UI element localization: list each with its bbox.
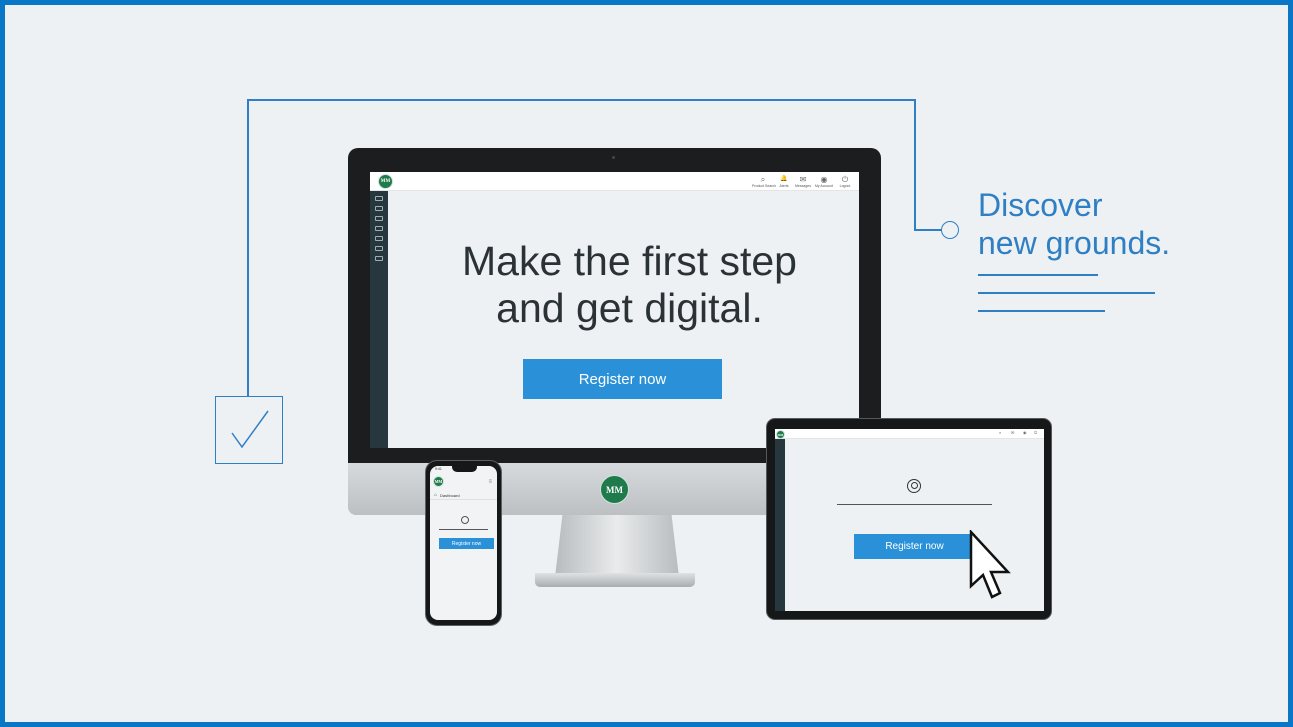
- nav-messages[interactable]: ✉ Messages: [792, 175, 814, 189]
- account-icon: ◉: [820, 175, 828, 184]
- percent-icon[interactable]: [375, 226, 383, 231]
- mm-logo[interactable]: MM: [378, 174, 393, 189]
- home-icon[interactable]: [375, 206, 383, 211]
- truck-icon[interactable]: [375, 236, 383, 241]
- checkmark-icon: [231, 410, 269, 449]
- hamburger-menu-icon[interactable]: ≡: [488, 479, 492, 485]
- desktop-topbar: MM ⌕ Product Search 🔔 Alerts ✉ Messages …: [370, 172, 859, 191]
- connector-ring: [941, 221, 959, 239]
- document-icon[interactable]: [375, 256, 383, 261]
- smartphone: 9:41 MM ≡ ⌂ Dashboard Register now: [425, 460, 502, 626]
- power-icon: ⏻: [841, 175, 849, 184]
- camera: [612, 156, 615, 159]
- tablet-mm-logo[interactable]: MM: [776, 430, 785, 439]
- connector-line-top: [247, 99, 915, 101]
- account-icon[interactable]: ◉: [1023, 430, 1027, 435]
- tagline-rule-2: [978, 292, 1155, 294]
- home-icon: ⌂: [434, 492, 438, 498]
- box-icon[interactable]: [375, 246, 383, 251]
- connector-line-left: [247, 99, 249, 396]
- tagline-line-2: new grounds.: [978, 225, 1171, 261]
- phone-input-underline[interactable]: [439, 529, 488, 530]
- connector-line-right: [914, 99, 916, 230]
- tagline-rule-3: [978, 310, 1105, 312]
- power-icon[interactable]: ⏻: [1034, 430, 1037, 435]
- nav-my-account[interactable]: ◉ My Account: [813, 175, 835, 189]
- desktop-screen: MM ⌕ Product Search 🔔 Alerts ✉ Messages …: [370, 172, 859, 448]
- catalog-icon[interactable]: [375, 216, 383, 221]
- desktop-stand: [555, 515, 679, 577]
- phone-screen: 9:41 MM ≡ ⌂ Dashboard Register now: [430, 466, 497, 620]
- phone-notch: [452, 466, 477, 472]
- desktop-headline: Make the first step and get digital.: [462, 238, 797, 331]
- connector-line-hook: [914, 229, 942, 231]
- messages-icon[interactable]: ✉: [1011, 430, 1014, 435]
- messages-icon: ✉: [799, 175, 807, 184]
- tagline: Discover new grounds.: [978, 186, 1170, 262]
- nav-logout[interactable]: ⏻ Logout: [834, 175, 856, 189]
- phone-divider: [430, 499, 497, 500]
- register-now-button[interactable]: Register now: [523, 359, 722, 399]
- mouse-pointer-icon: [969, 530, 1011, 599]
- menu-icon[interactable]: [375, 196, 383, 201]
- search-icon: ⌕: [760, 175, 766, 184]
- nav-product-search[interactable]: ⌕ Product Search: [752, 175, 776, 189]
- desktop-sidebar: [370, 191, 388, 448]
- tablet-sidebar: [775, 439, 785, 611]
- search-icon[interactable]: ⌕: [999, 430, 1001, 435]
- tablet-input-underline[interactable]: [837, 504, 992, 505]
- tablet-register-now-button[interactable]: Register now: [854, 534, 975, 559]
- desktop-monitor: MM ⌕ Product Search 🔔 Alerts ✉ Messages …: [348, 148, 881, 463]
- tablet-topbar: MM ⌕ ✉ ◉ ⏻: [775, 429, 1044, 439]
- tagline-line-1: Discover: [978, 187, 1103, 223]
- user-icon: [907, 479, 921, 493]
- promo-canvas: Discover new grounds. MM ⌕ Product Searc…: [5, 5, 1288, 722]
- phone-mm-logo[interactable]: MM: [433, 476, 444, 487]
- phone-register-now-button[interactable]: Register now: [439, 538, 494, 549]
- desktop-stand-base: [535, 573, 695, 587]
- chin-logo: MM: [600, 475, 629, 504]
- tagline-rule-1: [978, 274, 1098, 276]
- phone-clock: 9:41: [435, 467, 442, 471]
- user-icon: [461, 516, 469, 524]
- phone-page-title[interactable]: Dashboard: [440, 493, 460, 498]
- checkbox-illustration: [215, 396, 283, 464]
